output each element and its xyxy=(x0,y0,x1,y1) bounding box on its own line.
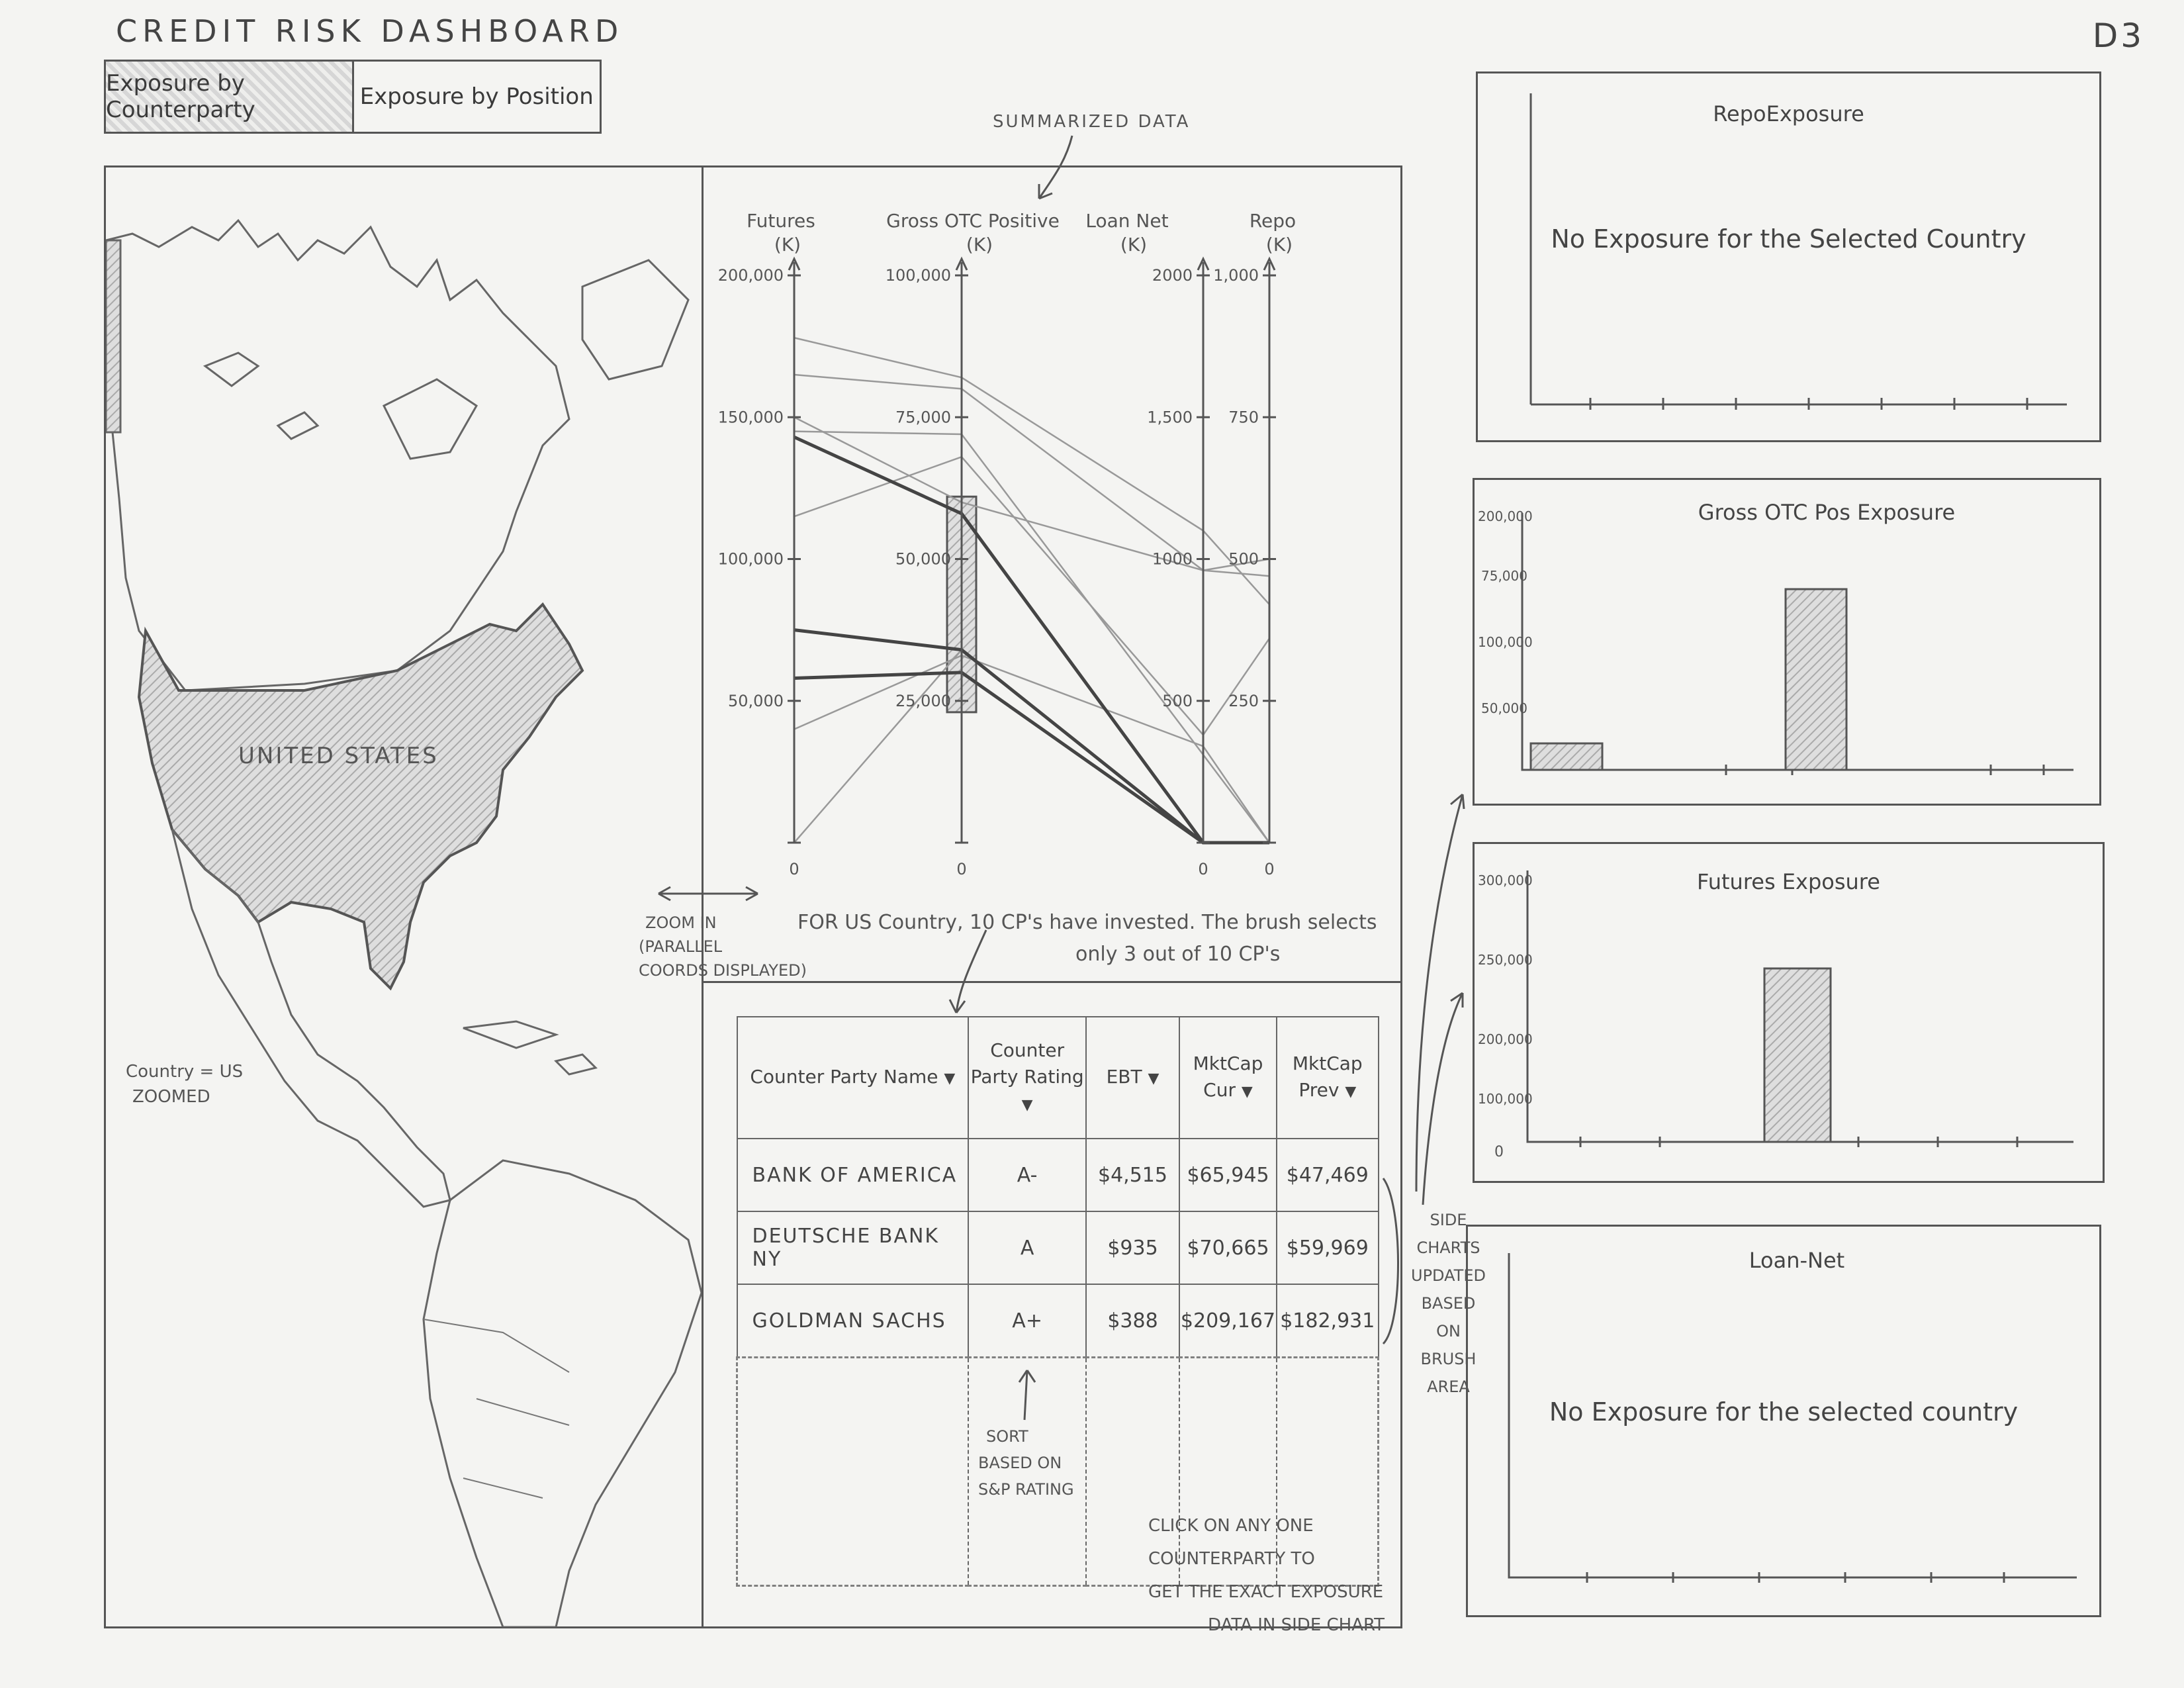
tick-label: 100,000 xyxy=(886,266,951,285)
tick-label: 2000 xyxy=(1152,266,1193,285)
alaska-highlight xyxy=(106,239,122,434)
parallel-coordinates-chart[interactable]: Futures(K)200,000150,000100,00050,0000Gr… xyxy=(704,167,1398,935)
svg-text:100,000: 100,000 xyxy=(1478,1091,1533,1107)
view-tabs: Exposure by Counterparty Exposure by Pos… xyxy=(104,60,602,134)
tick-label: 50,000 xyxy=(728,692,784,710)
tick-label: 50,000 xyxy=(895,550,951,569)
sort-icon: ▼ xyxy=(1241,1083,1253,1100)
tick-label: 25,000 xyxy=(895,692,951,710)
svg-text:100,000: 100,000 xyxy=(1478,634,1533,650)
summarized-data-annotation: SUMMARIZED DATA xyxy=(993,112,1191,132)
repo-axis xyxy=(1529,93,2067,410)
chart-bar xyxy=(1763,967,1832,1143)
north-america-map[interactable]: UNITED STATES xyxy=(106,167,702,1627)
map-zoom-note: Country = US ZOOMED xyxy=(126,1062,244,1107)
tick-label: 75,000 xyxy=(895,408,951,426)
table-divider xyxy=(704,981,1402,983)
tick-label: 1,500 xyxy=(1147,408,1193,426)
column-header-mktcap-prev[interactable]: MktCap Prev ▼ xyxy=(1276,1016,1379,1139)
tick-label: 500 xyxy=(1162,692,1193,710)
series-line xyxy=(794,373,1270,571)
tick-label: 1000 xyxy=(1152,550,1193,569)
axis-name: Gross OTC Positive xyxy=(886,210,1060,232)
series-line xyxy=(794,628,1269,845)
south-america-outline xyxy=(422,1159,702,1627)
sort-icon: ▼ xyxy=(1021,1096,1033,1113)
column-header-ebt[interactable]: EBT ▼ xyxy=(1085,1016,1180,1139)
series-line xyxy=(794,455,1271,737)
gross-otc-pos-exposure-chart[interactable]: Gross OTC Pos Exposure 200,000 75,000 10… xyxy=(1473,478,2101,806)
zoom-in-note: ZOOM IN (PARALLEL COORDS DISPLAYED) xyxy=(639,914,807,980)
tick-label: 500 xyxy=(1228,550,1259,569)
table-row[interactable]: BANK OF AMERICA A- $4,515 $65,945 $47,469 xyxy=(736,1138,1379,1212)
axis-unit: (K) xyxy=(774,234,801,256)
gross-otc-axis: 200,000 75,000 100,000 50,000 xyxy=(1478,508,2073,775)
svg-text:0: 0 xyxy=(1494,1144,1504,1160)
tab-exposure-by-position[interactable]: Exposure by Position xyxy=(354,62,600,132)
column-header-name[interactable]: Counter Party Name ▼ xyxy=(736,1016,970,1139)
tick-label: 1,000 xyxy=(1213,266,1259,285)
sort-icon: ▼ xyxy=(1345,1083,1357,1100)
loan-net-chart[interactable]: Loan-Net No Exposure for the selected co… xyxy=(1466,1225,2101,1617)
tick-label: 0 xyxy=(956,860,966,878)
version-tag: D3 xyxy=(2092,17,2144,55)
svg-text:50,000: 50,000 xyxy=(1481,700,1527,716)
click-note: CLICK ON ANY ONE COUNTERPARTY TO GET THE… xyxy=(1148,1516,1385,1635)
tick-label: 200,000 xyxy=(718,266,784,285)
table-row[interactable]: DEUTSCHE BANK NY A $935 $70,665 $59,969 xyxy=(736,1211,1379,1285)
dashboard-title: CREDIT RISK DASHBOARD xyxy=(116,13,624,49)
sort-icon: ▼ xyxy=(1148,1070,1160,1087)
axis-unit: (K) xyxy=(966,234,993,256)
chart-bar xyxy=(1784,588,1848,771)
sort-note: SORT BASED ON S&P RATING xyxy=(978,1427,1074,1499)
brush-note-arrow xyxy=(948,929,987,1013)
brush-note: FOR US Country, 10 CP's have invested. T… xyxy=(797,911,1377,966)
map-country-label: UNITED STATES xyxy=(238,743,439,769)
futures-exposure-chart[interactable]: Futures Exposure 300,000 250,000 200,000… xyxy=(1473,842,2105,1183)
loan-net-axis xyxy=(1508,1253,2077,1583)
tick-label: 0 xyxy=(1264,860,1274,878)
chart-bar xyxy=(1529,742,1604,771)
axis-name: Futures xyxy=(747,210,815,232)
tick-label: 750 xyxy=(1228,408,1259,426)
tick-label: 150,000 xyxy=(718,408,784,426)
united-states-shape xyxy=(137,602,584,991)
tab-exposure-by-counterparty[interactable]: Exposure by Counterparty xyxy=(106,62,354,132)
tick-label: 0 xyxy=(789,860,799,878)
sort-icon: ▼ xyxy=(944,1070,956,1087)
column-header-rating[interactable]: Counter Party Rating ▼ xyxy=(968,1016,1087,1139)
table-row[interactable]: GOLDMAN SACHS A+ $388 $209,167 $182,931 xyxy=(736,1284,1379,1358)
series-line xyxy=(794,648,1269,844)
tick-label: 0 xyxy=(1198,860,1208,878)
tick-label: 250 xyxy=(1228,692,1259,710)
tick-label: 100,000 xyxy=(718,550,784,569)
canada-outline xyxy=(106,218,570,692)
svg-text:75,000: 75,000 xyxy=(1481,568,1527,584)
axis-unit: (K) xyxy=(1120,234,1147,256)
svg-text:300,000: 300,000 xyxy=(1478,872,1533,888)
svg-text:200,000: 200,000 xyxy=(1478,1031,1533,1047)
sort-note-arrow xyxy=(1018,1370,1036,1421)
futures-axis: 300,000 250,000 200,000 100,000 0 xyxy=(1478,870,2073,1160)
axis-name: Loan Net xyxy=(1085,210,1168,232)
axis-unit: (K) xyxy=(1266,234,1293,256)
column-header-mktcap-cur[interactable]: MktCap Cur ▼ xyxy=(1178,1016,1278,1139)
svg-text:200,000: 200,000 xyxy=(1478,508,1533,524)
side-note-arrows xyxy=(1382,793,1465,1345)
zoom-arrow xyxy=(658,886,758,902)
repo-exposure-chart[interactable]: RepoExposure No Exposure for the Selecte… xyxy=(1476,71,2101,442)
axis-name: Repo xyxy=(1250,210,1296,232)
svg-text:250,000: 250,000 xyxy=(1478,952,1533,968)
